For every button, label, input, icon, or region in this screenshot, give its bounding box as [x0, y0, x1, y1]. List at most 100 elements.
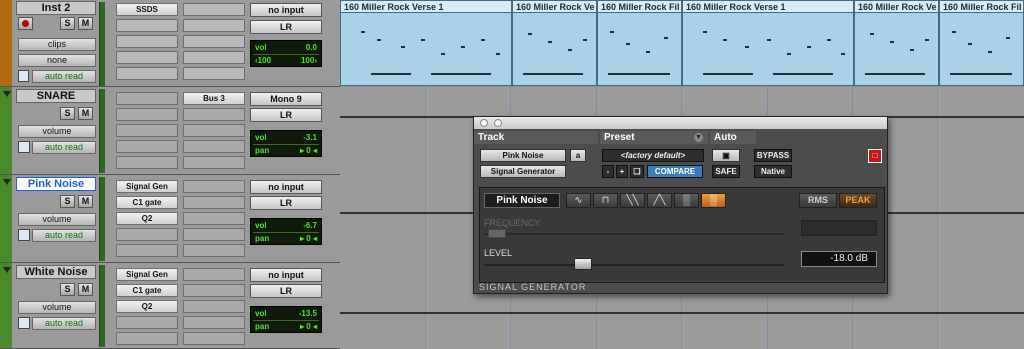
solo-button[interactable]: S: [60, 17, 75, 30]
volume-pan-display[interactable]: vol -3.1 pan ▸ 0 ◂: [250, 130, 322, 157]
track-name[interactable]: White Noise: [16, 265, 96, 279]
automation-mode[interactable]: auto read: [32, 141, 96, 154]
copy-settings-icon[interactable]: ❏: [630, 165, 644, 178]
send-slot[interactable]: [183, 108, 245, 121]
send-slot[interactable]: [183, 300, 245, 313]
send-slot[interactable]: [183, 67, 245, 80]
automation-icon[interactable]: [18, 141, 30, 153]
expand-triangle-icon[interactable]: [3, 91, 11, 97]
mute-button[interactable]: M: [78, 195, 93, 208]
solo-button[interactable]: S: [60, 283, 75, 296]
view-selector[interactable]: volume: [18, 301, 96, 314]
midi-clip[interactable]: 160 Miller Rock Ve: [512, 0, 597, 86]
send-slot[interactable]: [183, 35, 245, 48]
insert-slot[interactable]: [116, 228, 178, 241]
insert-slot[interactable]: [116, 35, 178, 48]
input-selector[interactable]: Mono 9: [250, 92, 322, 106]
record-button[interactable]: [18, 17, 33, 30]
mute-button[interactable]: M: [78, 17, 93, 30]
send-slot[interactable]: [183, 156, 245, 169]
send-slot[interactable]: [183, 244, 245, 257]
track-name[interactable]: Pink Noise: [16, 177, 96, 191]
automation-icon[interactable]: [18, 229, 30, 241]
insert-slot[interactable]: [116, 244, 178, 257]
input-selector[interactable]: no input: [250, 180, 322, 194]
rms-button[interactable]: RMS: [799, 193, 837, 208]
automation-line[interactable]: [340, 312, 1024, 314]
output-selector[interactable]: LR: [250, 20, 322, 34]
sub-selector[interactable]: none: [18, 54, 96, 67]
output-selector[interactable]: LR: [250, 284, 322, 298]
frequency-slider-thumb[interactable]: [488, 229, 506, 238]
send-slot[interactable]: [183, 268, 245, 281]
midi-clip[interactable]: 160 Miller Rock Verse 1: [682, 0, 854, 86]
send-slot[interactable]: Bus 3: [183, 92, 245, 105]
insert-slot[interactable]: [116, 51, 178, 64]
output-selector[interactable]: LR: [250, 108, 322, 122]
output-selector[interactable]: LR: [250, 196, 322, 210]
mute-button[interactable]: M: [78, 107, 93, 120]
send-slot[interactable]: [183, 3, 245, 16]
insert-slot[interactable]: [116, 332, 178, 345]
send-slot[interactable]: [183, 228, 245, 241]
compare-button[interactable]: COMPARE: [647, 165, 703, 178]
next-preset-button[interactable]: +: [616, 165, 628, 178]
midi-clip[interactable]: 160 Miller Rock Ve: [854, 0, 939, 86]
send-slot[interactable]: [183, 332, 245, 345]
square-wave-button[interactable]: ⊓: [593, 193, 618, 208]
send-slot[interactable]: [183, 140, 245, 153]
midi-clip[interactable]: 160 Miller Rock Verse 1: [340, 0, 512, 86]
volume-pan-display[interactable]: vol -6.7 pan ▸ 0 ◂: [250, 218, 322, 245]
send-slot[interactable]: [183, 124, 245, 137]
insert-slot[interactable]: [116, 92, 178, 105]
level-value-field[interactable]: -18.0 dB: [801, 251, 877, 267]
insert-slot[interactable]: Signal Gen: [116, 180, 178, 193]
send-slot[interactable]: [183, 19, 245, 32]
view-selector[interactable]: volume: [18, 213, 96, 226]
insert-position[interactable]: a: [570, 149, 586, 162]
previous-preset-button[interactable]: -: [602, 165, 614, 178]
insert-slot[interactable]: SSDS: [116, 3, 178, 16]
automation-mode[interactable]: auto read: [32, 70, 96, 83]
minimize-window-icon[interactable]: [494, 119, 502, 127]
frequency-value-field[interactable]: [801, 220, 877, 236]
send-slot[interactable]: [183, 212, 245, 225]
send-slot[interactable]: [183, 316, 245, 329]
mute-button[interactable]: M: [78, 283, 93, 296]
close-window-icon[interactable]: [480, 119, 488, 127]
pink-noise-button[interactable]: ▒: [701, 193, 726, 208]
view-selector[interactable]: volume: [18, 125, 96, 138]
solo-button[interactable]: S: [60, 195, 75, 208]
insert-slot[interactable]: [116, 67, 178, 80]
peak-button[interactable]: PEAK: [839, 193, 877, 208]
insert-slot[interactable]: C1 gate: [116, 284, 178, 297]
send-slot[interactable]: [183, 196, 245, 209]
volume-pan-display[interactable]: vol 0.0 ‹100 100›: [250, 40, 322, 67]
automation-mode[interactable]: auto read: [32, 229, 96, 242]
insert-slot[interactable]: Signal Gen: [116, 268, 178, 281]
solo-button[interactable]: S: [60, 107, 75, 120]
send-slot[interactable]: [183, 51, 245, 64]
preset-selector[interactable]: <factory default>: [602, 149, 704, 162]
plugin-titlebar[interactable]: [474, 117, 887, 129]
automation-window-icon[interactable]: ▣: [712, 149, 740, 162]
sawtooth-wave-button[interactable]: ╲╲: [620, 193, 645, 208]
track-selector[interactable]: Pink Noise: [480, 149, 566, 162]
plugin-selector[interactable]: Signal Generator: [480, 165, 566, 178]
automation-mode[interactable]: auto read: [32, 317, 96, 330]
automation-icon[interactable]: [18, 317, 30, 329]
sine-wave-button[interactable]: ∿: [566, 193, 591, 208]
insert-slot[interactable]: [116, 140, 178, 153]
expand-triangle-icon[interactable]: [3, 179, 11, 185]
insert-slot[interactable]: [116, 108, 178, 121]
safe-button[interactable]: SAFE: [712, 165, 740, 178]
track-name[interactable]: Inst 2: [16, 1, 96, 15]
bypass-button[interactable]: BYPASS: [754, 149, 792, 162]
clip-indicator-icon[interactable]: □: [868, 149, 882, 163]
signal-generator-plugin-window[interactable]: Track Preset ▼ Auto Pink Noise a Signal …: [473, 116, 888, 294]
expand-triangle-icon[interactable]: [3, 267, 11, 273]
track-name[interactable]: SNARE: [16, 89, 96, 103]
input-selector[interactable]: no input: [250, 3, 322, 17]
view-selector[interactable]: clips: [18, 38, 96, 51]
insert-slot[interactable]: [116, 156, 178, 169]
